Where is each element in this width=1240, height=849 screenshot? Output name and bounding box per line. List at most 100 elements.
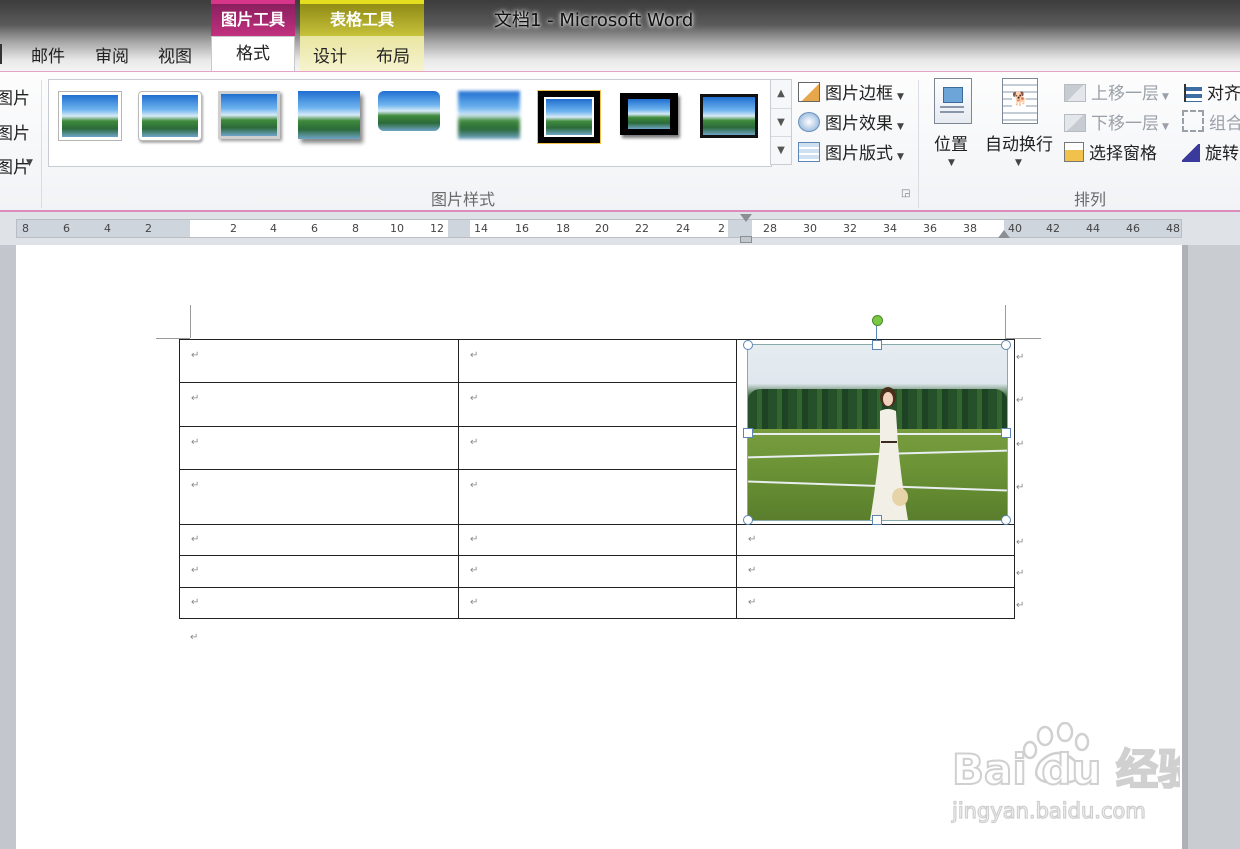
dialog-launcher-icon[interactable]: ◲	[901, 188, 910, 199]
table-cell[interactable]: ↵	[458, 339, 737, 383]
picture-border-icon	[798, 82, 820, 102]
picture-style-beveled-matte-white[interactable]	[138, 91, 202, 141]
row-end-mark: ↵	[1016, 568, 1025, 579]
ruler-label: 4	[270, 222, 277, 235]
tab-design[interactable]: 设计	[313, 42, 347, 67]
paragraph-mark: ↵	[191, 534, 200, 545]
group-button[interactable]: 组合	[1182, 109, 1240, 134]
ruler-column-marker[interactable]	[728, 220, 752, 237]
tab-layout[interactable]: 布局	[376, 42, 410, 67]
ruler-label: 48	[1166, 222, 1180, 235]
picture-effects-button[interactable]: 图片效果 ▼	[798, 109, 904, 134]
ruler-label: 42	[1046, 222, 1060, 235]
picture-border-button[interactable]: 图片边框 ▼	[798, 79, 904, 104]
resize-handle-top[interactable]	[872, 340, 882, 350]
resize-handle-bottom-left[interactable]	[743, 515, 753, 525]
picture-style-metal-frame[interactable]	[218, 91, 280, 139]
table-cell[interactable]: ↵	[736, 524, 1015, 556]
dropdown-arrow-icon: ▼	[897, 122, 904, 132]
table-cell[interactable]: ↵	[179, 587, 459, 619]
ruler-label: 6	[63, 222, 70, 235]
table-cell[interactable]: ↵	[179, 339, 459, 383]
picture-layout-button[interactable]: 图片版式 ▼	[798, 139, 904, 164]
table-cell[interactable]: ↵	[179, 524, 459, 556]
resize-handle-left[interactable]	[743, 428, 753, 438]
gallery-more-button[interactable]: ▼	[771, 136, 791, 165]
ribbon-left-item-1[interactable]: 图片	[0, 84, 30, 109]
paragraph-mark: ↵	[191, 597, 200, 608]
rotate-button[interactable]: 旋转	[1182, 139, 1239, 164]
gallery-scroll-up-button[interactable]: ▲	[771, 80, 791, 108]
send-backward-button[interactable]: 下移一层 ▼	[1064, 109, 1169, 134]
table-cell[interactable]: ↵	[458, 555, 737, 588]
table-cell[interactable]: ↵	[458, 426, 737, 470]
tab-separator	[0, 44, 2, 64]
page-shadow	[1182, 245, 1188, 849]
gallery-scroll-down-button[interactable]: ▼	[771, 108, 791, 137]
picture-style-simple-frame-black[interactable]	[700, 94, 758, 138]
send-backward-icon	[1064, 114, 1086, 132]
ruler-label: 44	[1086, 222, 1100, 235]
table-cell[interactable]: ↵	[179, 555, 459, 588]
picture-layout-label: 图片版式	[825, 144, 893, 164]
table-cell[interactable]: ↵	[179, 382, 459, 427]
send-backward-label: 下移一层	[1091, 114, 1159, 134]
wrap-text-button[interactable]: 自动换行	[985, 130, 1053, 155]
ruler-label: 16	[515, 222, 529, 235]
resize-handle-bottom-right[interactable]	[1001, 515, 1011, 525]
paragraph-mark: ↵	[470, 437, 479, 448]
row-end-mark: ↵	[1016, 600, 1025, 611]
align-label: 对齐	[1207, 84, 1240, 104]
selection-pane-button[interactable]: 选择窗格	[1064, 139, 1157, 164]
right-indent-marker[interactable]	[998, 230, 1010, 238]
tab-review[interactable]: 审阅	[95, 42, 129, 67]
picture-style-soft-edge-rectangle[interactable]	[458, 91, 520, 139]
left-indent-marker[interactable]	[740, 236, 752, 243]
table-cell[interactable]: ↵	[458, 469, 737, 525]
table-cell[interactable]: ↵	[179, 426, 459, 470]
ruler-label: 34	[883, 222, 897, 235]
picture-style-thick-matte-black[interactable]	[620, 93, 678, 135]
selection-pane-label: 选择窗格	[1089, 144, 1157, 164]
table-cell[interactable]: ↵	[736, 555, 1015, 588]
arrange-group-label: 排列	[1074, 190, 1107, 209]
ruler-label: 14	[474, 222, 488, 235]
tab-mailings[interactable]: 邮件	[31, 42, 65, 67]
table-cell[interactable]: ↵	[458, 382, 737, 427]
table-cell[interactable]: ↵	[736, 587, 1015, 619]
ruler-label: 46	[1126, 222, 1140, 235]
position-button[interactable]: 位置	[934, 130, 968, 155]
tab-view[interactable]: 视图	[158, 42, 192, 67]
ruler-label: 36	[923, 222, 937, 235]
align-button[interactable]: 对齐	[1184, 79, 1240, 104]
group-separator	[41, 80, 42, 208]
tab-format[interactable]: 格式	[211, 36, 295, 72]
table-cell[interactable]: ↵	[458, 524, 737, 556]
first-line-indent-marker[interactable]	[740, 214, 752, 222]
table-cell[interactable]: ↵	[179, 469, 459, 525]
ruler-label: 20	[595, 222, 609, 235]
rotation-handle[interactable]	[872, 315, 883, 326]
resize-handle-top-right[interactable]	[1001, 340, 1011, 350]
bring-forward-label: 上移一层	[1091, 84, 1159, 104]
paragraph-mark: ↵	[748, 597, 757, 608]
ruler-column-marker[interactable]	[448, 220, 470, 237]
watermark-brand: Bai du 经验	[952, 745, 1180, 794]
paragraph-mark: ↵	[191, 437, 200, 448]
table-cell[interactable]: ↵	[458, 587, 737, 619]
inserted-photo[interactable]	[747, 344, 1008, 521]
picture-style-reflected-rounded[interactable]	[378, 91, 440, 139]
row-end-mark: ↵	[1016, 352, 1025, 363]
picture-style-simple-frame-white[interactable]	[58, 91, 122, 141]
dropdown-arrow-icon: ▼	[1162, 92, 1169, 102]
resize-handle-bottom[interactable]	[872, 515, 882, 525]
group-separator	[918, 80, 919, 208]
ruler-label: 24	[676, 222, 690, 235]
bring-forward-button[interactable]: 上移一层 ▼	[1064, 79, 1169, 104]
picture-style-double-frame-black[interactable]	[537, 90, 601, 144]
resize-handle-right[interactable]	[1001, 428, 1011, 438]
ribbon-left-item-2[interactable]: 图片	[0, 119, 30, 144]
picture-style-drop-shadow-rectangle[interactable]	[298, 91, 360, 139]
resize-handle-top-left[interactable]	[743, 340, 753, 350]
ruler-label: 2	[718, 222, 725, 235]
